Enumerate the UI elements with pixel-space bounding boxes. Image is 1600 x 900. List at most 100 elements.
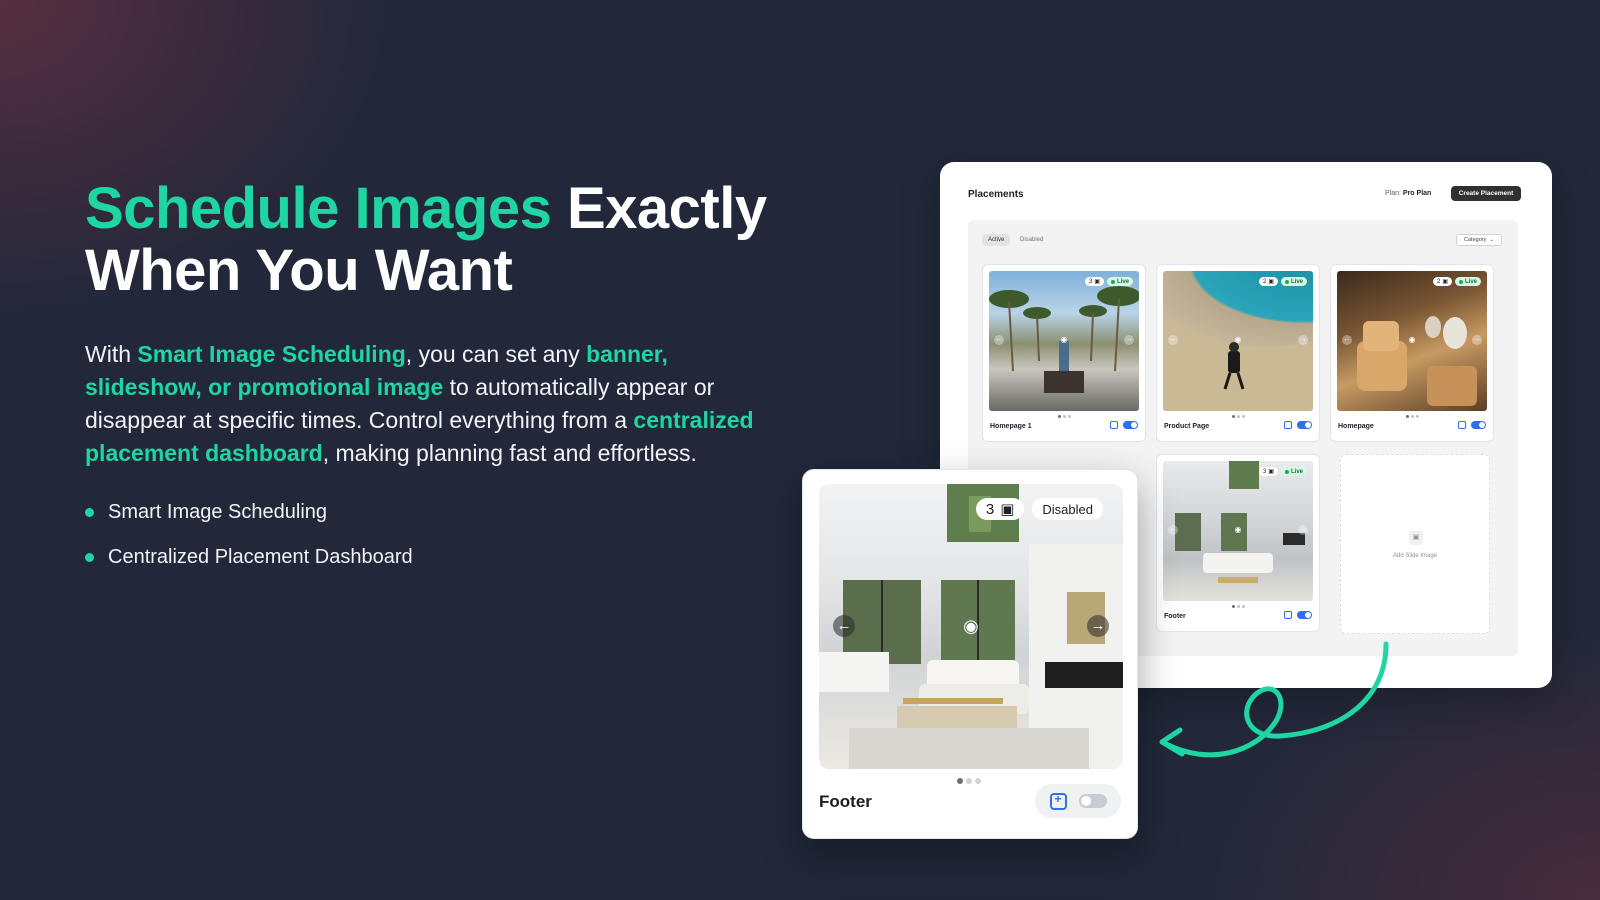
page-headline: Schedule Images Exactly When You Want [85,178,785,302]
arrow-right-icon[interactable]: → [1087,615,1109,637]
headline-rest: Exactly [551,176,767,241]
placement-card[interactable]: 2 ▣ Live ← ◉ → Product Page [1156,264,1320,442]
status-toggle[interactable] [1078,794,1107,808]
arrow-left-icon[interactable]: ← [833,615,855,637]
status-badge: Live [1280,467,1307,476]
para-highlight: Smart Image Scheduling [137,341,406,367]
duplicate-icon[interactable] [1284,421,1292,429]
slide-count: 3 [1262,468,1267,475]
placement-card[interactable]: 2 ▣ Live ← ◉ → Homepage [1330,264,1494,442]
placement-name: Footer [1164,613,1186,620]
carousel-dots [1232,605,1245,608]
slide-count-badge: 2 ▣ [1432,277,1452,286]
slide-count-badge: 3 ▣ [1084,277,1104,286]
eye-icon[interactable]: ◉ [1233,335,1243,345]
placement-image: 2 ▣ Live ← ◉ → [1337,271,1487,411]
placement-name: Footer [819,792,872,811]
slide-count-badge: 3 ▣ [975,498,1025,520]
arrow-left-icon[interactable]: ← [994,335,1004,345]
placement-image: 3 ▣ Live ← ◉ → [989,271,1139,411]
tab-active[interactable]: Active [982,234,1011,246]
arrow-right-icon[interactable]: → [1298,335,1308,345]
card-badges: 3 ▣ Live [1258,467,1307,476]
status-toggle[interactable] [1123,421,1138,429]
slide-count-badge: 3 ▣ [1258,467,1278,476]
add-slide-label: Add Slide Image [1392,553,1438,559]
status-toggle[interactable] [1297,611,1312,619]
placement-name: Product Page [1164,423,1210,430]
placement-card[interactable]: 3 ▣ Live ← ◉ → Homepage 1 [982,264,1146,442]
eye-icon[interactable]: ◉ [1233,525,1243,535]
add-slide-card[interactable]: ▣ Add Slide Image [1340,454,1490,634]
card-controls [1458,421,1486,429]
duplicate-icon[interactable] [1284,611,1292,619]
image-add-icon: ▣ [1409,531,1423,545]
category-label: Category [1464,237,1487,243]
carousel-dots [1058,415,1071,418]
arrow-left-icon[interactable]: ← [1168,525,1178,535]
image-icon: ▣ [1000,501,1015,518]
slide-count: 3 [1088,278,1093,285]
category-dropdown[interactable]: Category ⌄ [1456,234,1502,246]
feature-item: Centralized Placement Dashboard [85,545,785,569]
image-icon: ▣ [1094,279,1100,285]
create-placement-button[interactable]: Create Placement [1451,186,1521,201]
para-text: With [85,341,138,367]
arrow-left-icon[interactable]: ← [1342,335,1352,345]
placement-image: 3 ▣ Live ← ◉ → [1163,461,1313,601]
plan-indicator: Plan: Pro Plan [1385,190,1431,197]
feature-list: Smart Image Scheduling Centralized Place… [85,500,785,569]
headline-accent: Schedule Images [85,176,552,241]
status-badge: Live [1106,277,1133,286]
curl-arrow-icon [1159,641,1389,758]
chevron-down-icon: ⌄ [1489,237,1494,243]
status-toggle[interactable] [1471,421,1486,429]
card-controls [1284,611,1312,619]
duplicate-icon[interactable] [1110,421,1118,429]
feature-item: Smart Image Scheduling [85,500,785,524]
carousel-dots [1406,415,1419,418]
duplicate-icon[interactable] [1458,421,1466,429]
intro-paragraph: With Smart Image Scheduling, you can set… [85,338,755,470]
slide-count-badge: 2 ▣ [1258,277,1278,286]
image-icon: ▣ [1268,469,1274,475]
status-badge: Live [1454,277,1481,286]
card-badges: 3 ▣ Live [1084,277,1133,286]
placement-image: 3 ▣ Disabled ← ◉ → [819,484,1123,769]
placement-card[interactable]: 3 ▣ Live ← ◉ → Footer [1156,454,1320,632]
status-toggle[interactable] [1297,421,1312,429]
eye-icon[interactable]: ◉ [959,615,983,637]
tab-disabled[interactable]: Disabled [1020,237,1043,243]
plan-label: Plan: [1385,190,1403,197]
carousel-dots [957,778,981,784]
card-badges: 3 ▣ Disabled [975,498,1103,520]
status-badge: Disabled [1032,498,1103,520]
carousel-dots [1232,415,1245,418]
para-text: , you can set any [405,341,587,367]
slide-count: 2 [1262,278,1267,285]
arrow-right-icon[interactable]: → [1472,335,1482,345]
arrow-right-icon[interactable]: → [1298,525,1308,535]
placement-image: 2 ▣ Live ← ◉ → [1163,271,1313,411]
plan-value: Pro Plan [1402,190,1432,197]
eye-icon[interactable]: ◉ [1059,335,1069,345]
dashboard-title: Placements [968,189,1024,200]
arrow-right-icon[interactable]: → [1124,335,1134,345]
headline-line-2: When You Want [85,238,513,303]
card-controls [1035,784,1121,818]
card-controls [1284,421,1312,429]
slide-count: 3 [985,500,995,518]
status-badge: Live [1280,277,1307,286]
footer-placement-card-zoomed[interactable]: 3 ▣ Disabled ← ◉ → Footer [802,469,1138,839]
card-controls [1110,421,1138,429]
placement-name: Homepage 1 [990,423,1032,430]
duplicate-icon[interactable] [1049,792,1067,810]
eye-icon[interactable]: ◉ [1407,335,1417,345]
para-text: , making planning fast and effortless. [322,440,697,466]
arrow-left-icon[interactable]: ← [1168,335,1178,345]
placement-name: Homepage [1338,423,1374,430]
image-icon: ▣ [1268,279,1274,285]
hero-section: Schedule Images Exactly When You Want Wi… [85,178,785,590]
card-badges: 2 ▣ Live [1258,277,1307,286]
slide-count: 2 [1436,278,1441,285]
